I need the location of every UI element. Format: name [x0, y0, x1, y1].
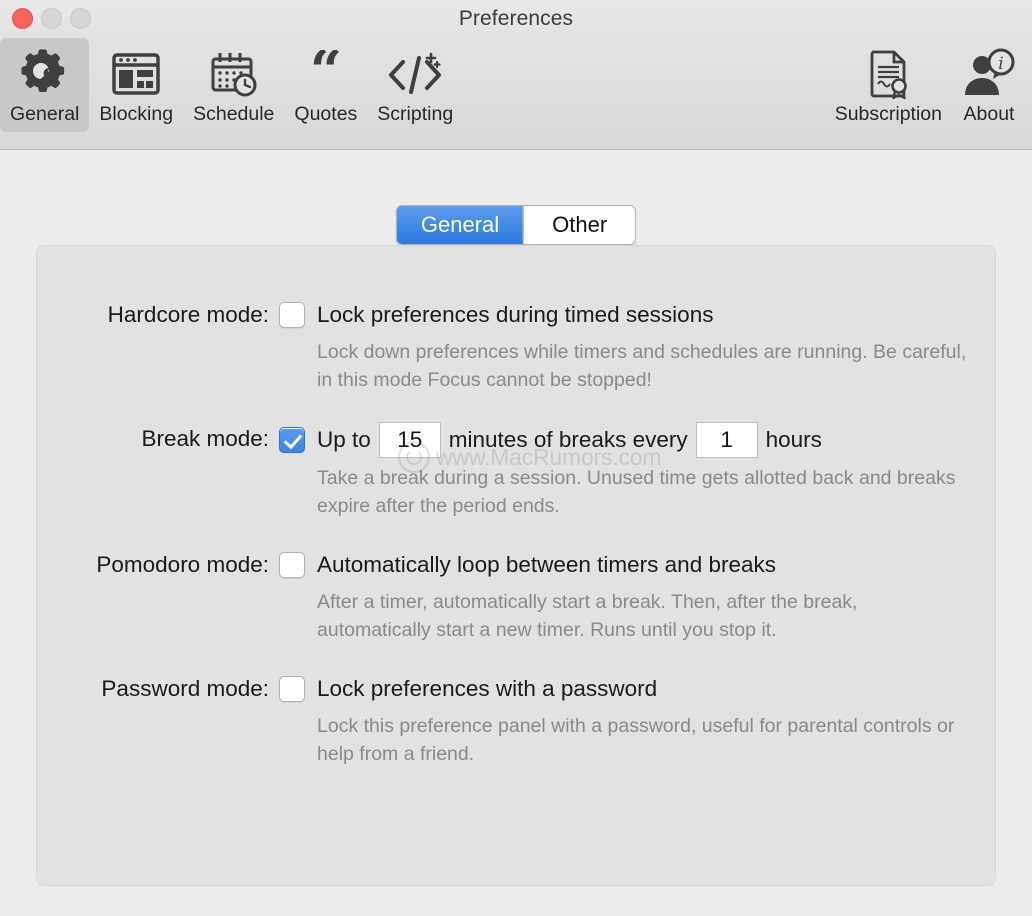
toolbar-item-scripting-label: Scripting [377, 103, 454, 125]
person-info-icon: i [962, 46, 1016, 102]
password-mode-body: Lock preferences with a password Lock th… [279, 672, 995, 768]
svg-text:“: “ [310, 50, 342, 98]
setting-row-pomodoro-mode: Pomodoro mode: Automatically loop betwee… [37, 548, 995, 644]
code-tags-icon [385, 46, 445, 102]
pomodoro-mode-body: Automatically loop between timers and br… [279, 548, 995, 644]
calendar-clock-icon [208, 46, 260, 102]
toolbar-item-blocking[interactable]: Blocking [89, 38, 183, 132]
hardcore-mode-checkbox-label: Lock preferences during timed sessions [317, 302, 714, 327]
toolbar-item-about[interactable]: i About [952, 38, 1026, 132]
password-mode-checkbox-label: Lock preferences with a password [317, 676, 658, 701]
settings-rows: Hardcore mode: Lock preferences during t… [37, 246, 995, 768]
password-mode-label: Password mode: [101, 676, 269, 701]
break-minutes-input[interactable]: 15 [378, 422, 441, 458]
break-mode-prefix-text: Up to [317, 427, 371, 452]
toolbar-item-subscription-label: Subscription [834, 103, 942, 125]
zoom-button[interactable] [70, 8, 91, 29]
break-mode-body: Up to 15 minutes of breaks every 1 hours… [279, 422, 995, 520]
traffic-light-controls [12, 8, 91, 29]
hardcore-mode-checkbox[interactable] [279, 302, 305, 328]
close-button[interactable] [12, 8, 33, 29]
setting-row-break-mode: Break mode: Up to 15 minutes of breaks e… [37, 422, 995, 520]
hardcore-mode-main: Lock preferences during timed sessions [279, 298, 975, 332]
toolbar-item-general-label: General [10, 103, 80, 125]
password-mode-checkbox[interactable] [279, 676, 305, 702]
password-mode-main: Lock preferences with a password [279, 672, 975, 706]
password-mode-description: Lock this preference panel with a passwo… [317, 715, 955, 765]
toolbar-item-scripting[interactable]: Scripting [367, 38, 463, 132]
toolbar-item-about-label: About [963, 103, 1015, 125]
break-mode-suffix-text: hours [765, 427, 822, 452]
setting-row-password-mode: Password mode: Lock preferences with a p… [37, 672, 995, 768]
page-title: Preferences [458, 7, 574, 30]
hardcore-mode-label: Hardcore mode: [107, 302, 269, 327]
content-area: General Other Hardcore mode: Lock prefer… [0, 150, 1032, 916]
gear-wrench-icon [17, 46, 73, 102]
segmented-control: General Other [395, 205, 637, 245]
toolbar-right-group: Subscription i About [825, 38, 1032, 132]
browser-window-icon [111, 46, 161, 102]
settings-panel: Hardcore mode: Lock preferences during t… [36, 245, 996, 886]
toolbar-item-quotes[interactable]: “ Quotes [284, 38, 367, 132]
hardcore-mode-body: Lock preferences during timed sessions L… [279, 298, 995, 394]
window-titlebar: Preferences [0, 0, 1032, 38]
toolbar-item-quotes-label: Quotes [294, 103, 358, 125]
break-hours-input[interactable]: 1 [695, 422, 758, 458]
preferences-window: Preferences General Blocking Schedule “ … [0, 0, 1032, 916]
pomodoro-mode-checkbox[interactable] [279, 552, 305, 578]
tab-other[interactable]: Other [523, 206, 636, 244]
main-toolbar: General Blocking Schedule “ Quotes Scrip… [0, 38, 1032, 150]
hardcore-mode-description: Lock down preferences while timers and s… [317, 341, 967, 391]
toolbar-item-subscription[interactable]: Subscription [825, 38, 952, 132]
pomodoro-mode-checkbox-label: Automatically loop between timers and br… [317, 552, 776, 577]
break-mode-middle-text: minutes of breaks every [448, 427, 688, 452]
pomodoro-mode-main: Automatically loop between timers and br… [279, 548, 975, 582]
toolbar-item-general[interactable]: General [0, 38, 90, 132]
toolbar-item-schedule[interactable]: Schedule [183, 38, 284, 132]
toolbar-item-schedule-label: Schedule [193, 103, 275, 125]
quote-marks-icon: “ [298, 46, 354, 102]
minimize-button[interactable] [41, 8, 62, 29]
break-mode-description: Take a break during a session. Unused ti… [317, 467, 956, 517]
pomodoro-mode-label: Pomodoro mode: [96, 552, 269, 577]
break-mode-main: Up to 15 minutes of breaks every 1 hours [279, 422, 975, 458]
certificate-icon [863, 46, 913, 102]
svg-text:i: i [998, 54, 1003, 74]
setting-row-hardcore-mode: Hardcore mode: Lock preferences during t… [37, 298, 995, 394]
toolbar-item-blocking-label: Blocking [99, 103, 174, 125]
pomodoro-mode-description: After a timer, automatically start a bre… [317, 591, 858, 641]
break-mode-label: Break mode: [141, 426, 269, 451]
toolbar-left-group: General Blocking Schedule “ Quotes Scrip… [0, 38, 463, 132]
break-mode-checkbox[interactable] [279, 427, 305, 453]
tab-general[interactable]: General [396, 206, 524, 244]
